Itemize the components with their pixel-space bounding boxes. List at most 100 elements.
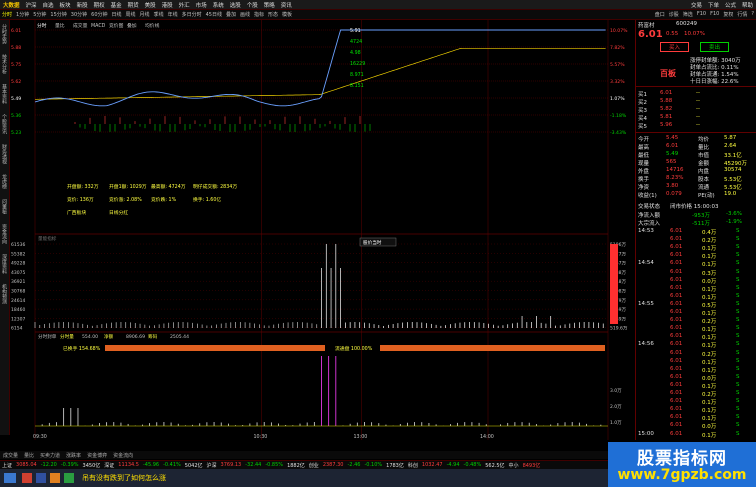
tick-volume: 0.2万 [702, 238, 717, 245]
indicator-tab[interactable]: 资金流向 [113, 452, 133, 459]
toolbar-button[interactable]: 诊股 [669, 11, 679, 18]
menu-item[interactable]: 基金 [111, 1, 122, 9]
bid-label: 买5 [638, 124, 647, 130]
chart-annotation: 5.91 [350, 28, 361, 34]
chart-header-label[interactable]: 分时 [37, 22, 47, 29]
menu-item[interactable]: 个股 [247, 1, 258, 9]
indicator-tab[interactable]: 买卖力道 [40, 452, 60, 459]
toolbar-button[interactable]: ? [751, 11, 754, 18]
toolbar-button[interactable]: 盘口 [655, 11, 665, 18]
chart-header-label[interactable]: MACD [91, 23, 106, 29]
period-tab[interactable]: 多日分时 [182, 11, 202, 18]
lower-axis-label: 3.0万 [610, 388, 622, 394]
left-nav-item[interactable]: 个股资讯 [1, 114, 8, 134]
app-icon[interactable] [36, 473, 46, 483]
menu-item[interactable]: 新股 [77, 1, 88, 9]
left-nav-item[interactable]: 问董秘 [1, 199, 8, 214]
period-tab[interactable]: 60分钟 [91, 11, 107, 18]
app-icon[interactable] [22, 473, 32, 483]
chart-header-label[interactable]: 成交量 [73, 22, 88, 29]
toolbar-button[interactable]: F10 [710, 11, 719, 18]
tick-price: 6.01 [670, 268, 683, 275]
period-tab[interactable]: 45日线 [206, 11, 222, 18]
menu-item[interactable]: 期权 [94, 1, 105, 9]
chart-header-label[interactable]: 均价线 [145, 22, 160, 29]
sell-button[interactable]: 卖出 [700, 42, 730, 52]
app-icon[interactable] [64, 473, 74, 483]
menu-item[interactable]: 选股 [230, 1, 241, 9]
menu-item[interactable]: 板块 [60, 1, 71, 9]
time-axis-label: 13:00 [354, 434, 368, 440]
left-nav-item[interactable]: 财务透视 [1, 144, 8, 164]
left-nav-item[interactable]: 龙虎榜 [1, 174, 8, 189]
menu-item[interactable]: 公式 [725, 1, 736, 9]
app-icon[interactable] [50, 473, 60, 483]
buy-button[interactable]: 买入 [660, 42, 690, 52]
period-tab[interactable]: 日线 [112, 11, 122, 18]
menu-item[interactable]: 系统 [213, 1, 224, 9]
period-tab[interactable]: 月线 [140, 11, 150, 18]
period-tab[interactable]: 周线 [126, 11, 136, 18]
watermark-url: www.7gpzb.com [617, 467, 747, 483]
taskbar-title[interactable]: 吊有没有跌到了如何怎么涨 [82, 473, 166, 483]
indicator-tab[interactable]: 涨跌率 [66, 452, 81, 459]
period-tab[interactable]: 分时 [2, 11, 12, 18]
menu-item[interactable]: 下单 [708, 1, 719, 9]
tick-volume: 0.1万 [702, 311, 717, 317]
start-icon[interactable] [4, 473, 16, 483]
indicator-tab[interactable]: 成交量 [3, 452, 18, 459]
period-tab[interactable]: 1分钟 [16, 11, 29, 18]
menu-item[interactable]: 资讯 [281, 1, 292, 9]
stat-value: 30574 [724, 167, 742, 173]
menu-item[interactable]: 美股 [145, 1, 156, 9]
chart-header-label[interactable]: 竞价图 [109, 22, 124, 29]
period-tab[interactable]: 季线 [154, 11, 164, 18]
left-nav-item[interactable]: 技术分析 [1, 54, 8, 74]
tick-time: 14:55 [638, 300, 654, 307]
tick-price: 6.01 [670, 300, 683, 307]
toolbar-button[interactable]: 筛选 [683, 11, 693, 18]
indicator-tab[interactable]: 资金博弈 [87, 452, 107, 459]
menu-item[interactable]: 外汇 [179, 1, 190, 9]
indicator-tab[interactable]: 量比 [24, 452, 34, 459]
pct-axis-label: 3.32% [610, 79, 625, 85]
period-tab[interactable]: 画线 [240, 11, 250, 18]
period-tab[interactable]: 年线 [168, 11, 178, 18]
menu-item[interactable]: 策略 [264, 1, 275, 9]
menu-item[interactable]: 市场 [196, 1, 207, 9]
left-nav-item[interactable]: 深度资料 [1, 254, 8, 274]
tick-volume: 0.1万 [702, 432, 717, 439]
intraday-chart[interactable]: 分时 量比 成交量 MACD 竞价图 叠加 均价线 6.01 10.07% 5.88 7.82% 5.… [10, 20, 634, 440]
toolbar-button[interactable]: 复权 [723, 11, 733, 18]
chart-header-label[interactable]: 叠加 [127, 22, 137, 29]
turnover-bar [105, 345, 325, 351]
chart-header-label[interactable]: 量比 [55, 22, 65, 29]
left-nav-item[interactable]: 机构预测 [1, 284, 8, 304]
menu-item[interactable]: 港股 [162, 1, 173, 9]
status-bar: 上证 3085.04 -12.20 -0.39% 3450亿 深证 11134.5 -45.9… [0, 460, 608, 469]
lower-header-label: 8906.69 [126, 334, 145, 340]
menu-item[interactable]: 交易 [691, 1, 702, 9]
divider [636, 86, 756, 87]
stat-value: 6.01 [666, 143, 679, 149]
period-tab[interactable]: 形态 [268, 11, 278, 18]
tick-volume: 0.2万 [702, 319, 717, 326]
period-tab[interactable]: 30分钟 [71, 11, 87, 18]
period-tab[interactable]: 15分钟 [50, 11, 66, 18]
period-tab[interactable]: 指标 [254, 11, 264, 18]
toolbar-button[interactable]: F10 [697, 11, 706, 18]
left-nav-item[interactable]: 资金流向 [1, 224, 8, 244]
menu-item[interactable]: 沪深 [26, 1, 37, 9]
menu-item[interactable]: 自选 [43, 1, 54, 9]
period-tab[interactable]: 模板 [282, 11, 292, 18]
toolbar-button[interactable]: 行情 [737, 11, 747, 18]
menu-item[interactable]: 期货 [128, 1, 139, 9]
period-tab[interactable]: 5分钟 [33, 11, 46, 18]
left-nav-item[interactable]: 基本资料 [1, 84, 8, 104]
trade-status-label: 交易状态 [638, 204, 661, 210]
left-nav: 分时走势技术分析基本资料个股资讯财务透视龙虎榜问董秘资金流向深度资料机构预测 [0, 20, 10, 435]
left-nav-item[interactable]: 分时走势 [1, 24, 8, 44]
index-quote-field: 上证 [2, 462, 13, 469]
menu-item[interactable]: 帮助 [742, 1, 753, 9]
period-tab[interactable]: 叠加 [226, 11, 236, 18]
